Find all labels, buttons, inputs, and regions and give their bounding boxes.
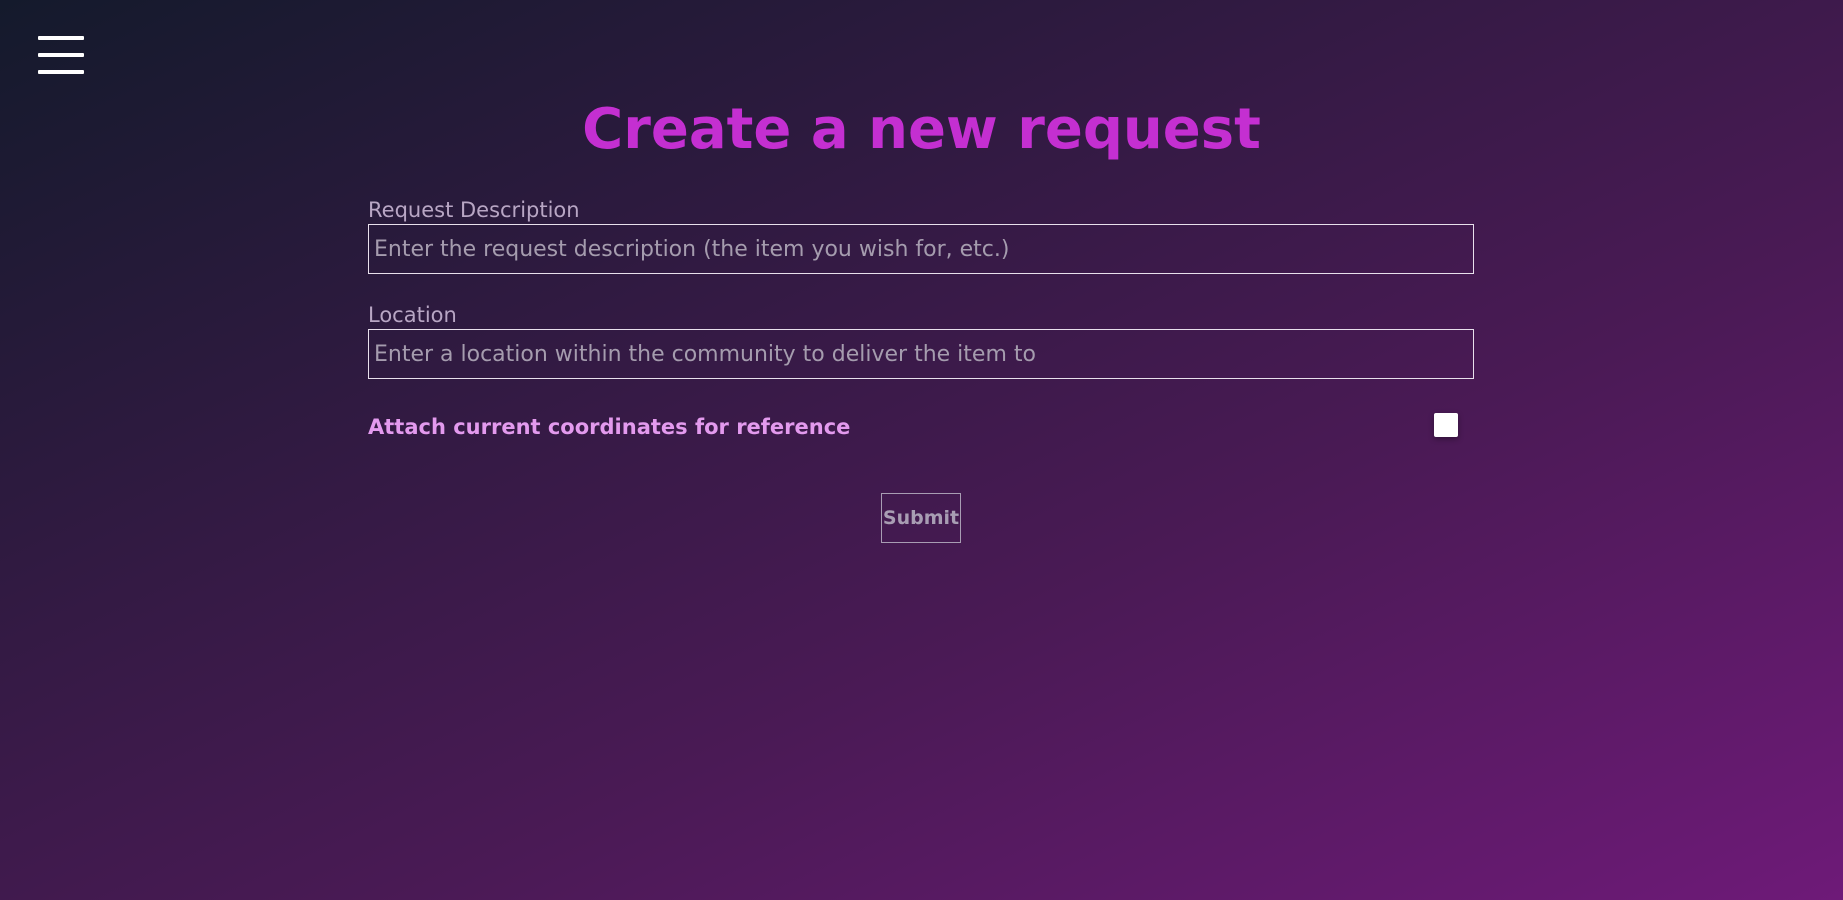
menu-bar-middle [38, 53, 84, 57]
location-label: Location [368, 303, 457, 327]
hamburger-menu-icon[interactable] [38, 36, 84, 74]
description-input[interactable] [368, 224, 1474, 274]
menu-bar-bottom [38, 70, 84, 74]
location-input[interactable] [368, 329, 1474, 379]
submit-button[interactable]: Submit [881, 493, 961, 543]
coordinates-row: Attach current coordinates for reference [368, 409, 1474, 445]
menu-bar-top [38, 36, 84, 40]
location-field-group: Location [368, 301, 1474, 379]
page-title: Create a new request [582, 97, 1261, 162]
description-field-group: Request Description [368, 196, 1474, 274]
coordinates-checkbox[interactable] [1434, 413, 1458, 437]
request-form: Request Description Location Attach curr… [368, 196, 1474, 445]
coordinates-label[interactable]: Attach current coordinates for reference [368, 413, 850, 441]
description-label: Request Description [368, 198, 580, 222]
